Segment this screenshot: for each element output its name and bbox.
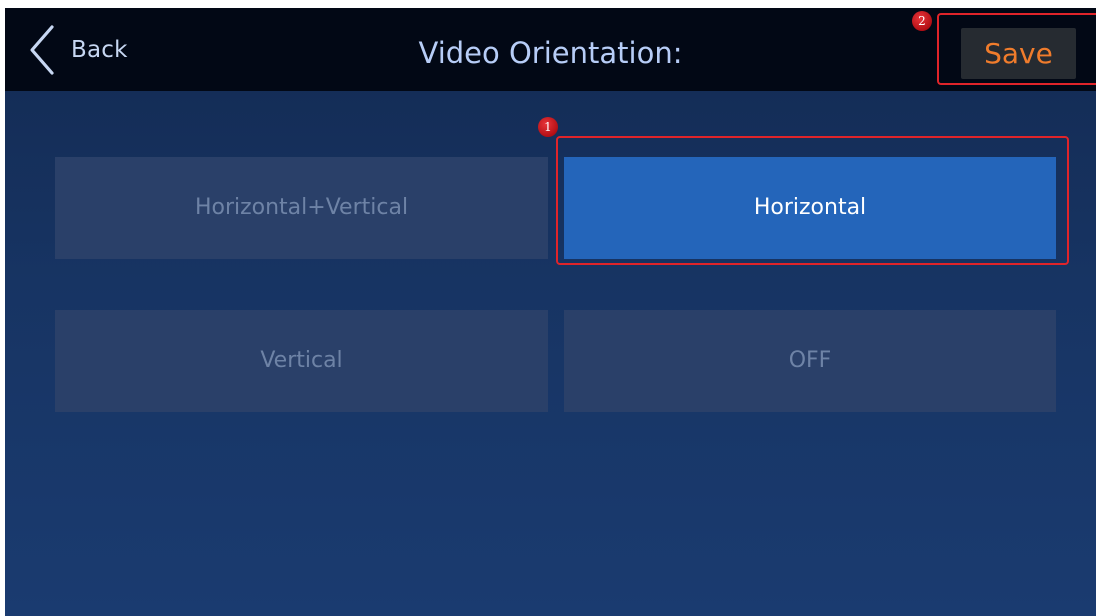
video-orientation-screen: Back Video Orientation: Save Horizontal+…: [5, 8, 1096, 616]
option-horizontal-vertical[interactable]: Horizontal+Vertical: [55, 157, 548, 259]
save-button[interactable]: Save: [961, 28, 1076, 79]
option-off[interactable]: OFF: [564, 310, 1056, 412]
option-vertical[interactable]: Vertical: [55, 310, 548, 412]
page-title: Video Orientation:: [418, 36, 683, 70]
step-badge-2: 2: [912, 11, 932, 31]
step-badge-1: 1: [538, 117, 558, 137]
header-bar: Back Video Orientation: Save: [5, 8, 1096, 91]
option-horizontal[interactable]: Horizontal: [564, 157, 1056, 259]
